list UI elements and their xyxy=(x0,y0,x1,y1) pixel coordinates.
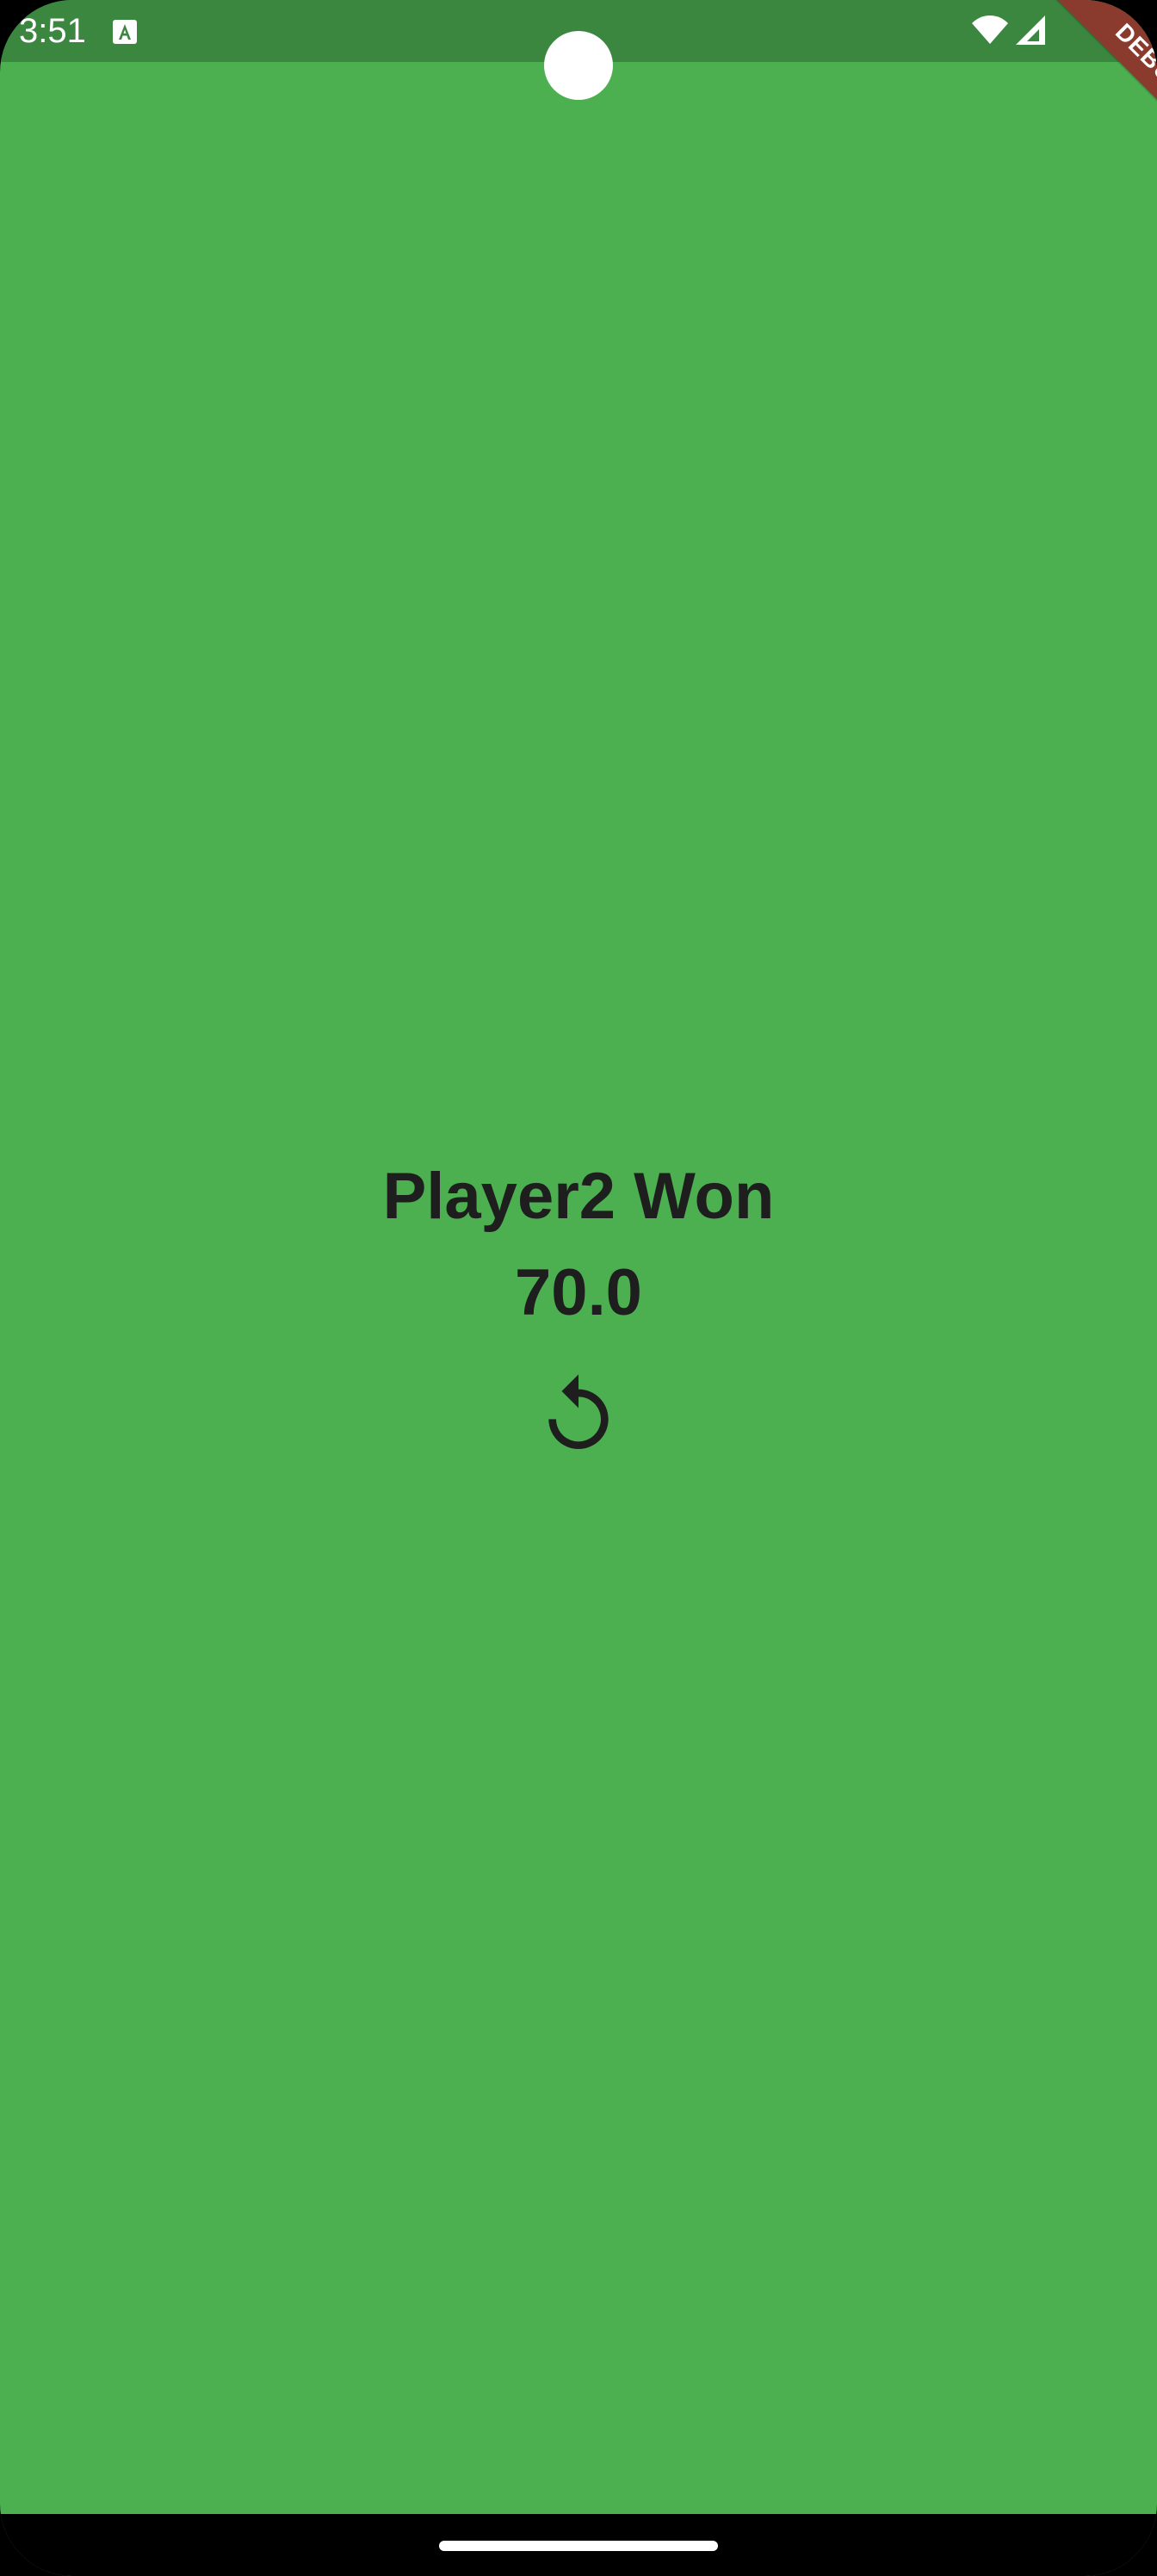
winner-text: Player2 Won xyxy=(382,1160,775,1233)
score-text: 70.0 xyxy=(515,1256,642,1329)
app-screen: 3:51 DEBUG Player2 Won 70.0 xyxy=(0,0,1157,2576)
wifi-icon xyxy=(972,15,1008,44)
text-a-icon xyxy=(113,20,137,44)
restart-icon xyxy=(548,1374,609,1449)
home-indicator[interactable] xyxy=(439,2541,718,2551)
camera-cutout xyxy=(544,31,613,100)
game-result: Player2 Won 70.0 xyxy=(0,1154,1157,1336)
signal-icon xyxy=(1016,15,1045,45)
status-time: 3:51 xyxy=(19,12,86,50)
restart-button[interactable] xyxy=(534,1371,623,1460)
